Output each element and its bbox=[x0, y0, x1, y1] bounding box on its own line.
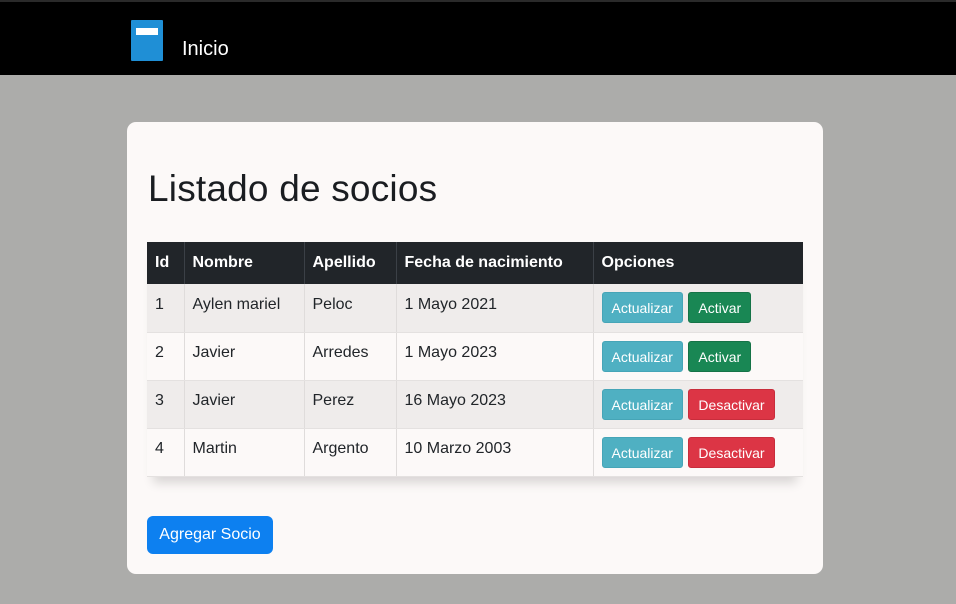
cell-fecha: 10 Marzo 2003 bbox=[396, 428, 594, 477]
cell-fecha-text: 1 Mayo 2023 bbox=[404, 344, 498, 361]
cell-id: 4 bbox=[147, 428, 185, 477]
cell-fecha: 16 Mayo 2023 bbox=[396, 380, 594, 429]
table-header-row: Id Nombre Apellido Fecha de nacimiento O… bbox=[147, 242, 803, 284]
cell-apellido: Arredes bbox=[304, 332, 397, 381]
cell-id: 3 bbox=[147, 380, 185, 429]
update-button[interactable]: Actualizar bbox=[601, 436, 683, 468]
header-opciones: Opciones bbox=[593, 242, 803, 284]
cell-nombre-text: Javier bbox=[192, 392, 236, 409]
table-row: 4 Martin Argento 10 Marzo 2003 Actualizar De… bbox=[147, 428, 803, 477]
cell-apellido-text: Perez bbox=[312, 392, 355, 409]
cell-fecha-text: 1 Mayo 2021 bbox=[404, 295, 498, 313]
cell-opciones: Actualizar Activar bbox=[593, 284, 803, 333]
cell-fecha-text: 10 Marzo 2003 bbox=[404, 440, 512, 457]
cell-nombre: Martin bbox=[184, 428, 305, 477]
header-fecha: Fecha de nacimiento bbox=[396, 242, 594, 284]
table-row: 2 Javier Arredes 1 Mayo 2023 Actualizar Acti… bbox=[147, 332, 803, 381]
cell-apellido-text: Peloc bbox=[312, 295, 353, 313]
add-socio-button[interactable]: Agregar Socio bbox=[147, 516, 273, 554]
cell-id: 2 bbox=[147, 332, 185, 381]
page-title: Listado de socios bbox=[148, 168, 438, 209]
update-button[interactable]: Actualizar bbox=[601, 340, 683, 372]
deactivate-button[interactable]: Desactivar bbox=[688, 388, 775, 420]
nav-link-inicio[interactable]: Inicio bbox=[182, 38, 229, 61]
cell-fecha-text: 16 Mayo 2023 bbox=[404, 392, 506, 409]
cell-opciones: Actualizar Desactivar bbox=[593, 428, 803, 477]
cell-nombre-text: Javier bbox=[192, 344, 236, 361]
activate-button[interactable]: Activar bbox=[688, 340, 752, 372]
cell-apellido: Argento bbox=[304, 428, 397, 477]
cell-apellido-text: Arredes bbox=[312, 344, 369, 361]
cell-id-text: 2 bbox=[155, 344, 164, 361]
cell-apellido: Perez bbox=[304, 380, 397, 429]
activate-button[interactable]: Activar bbox=[688, 292, 752, 324]
navbar: Inicio bbox=[0, 0, 956, 75]
cell-fecha: 1 Mayo 2021 bbox=[396, 284, 594, 333]
book-icon[interactable] bbox=[131, 20, 163, 61]
header-nombre: Nombre bbox=[184, 242, 305, 284]
cell-nombre-text: Martin bbox=[192, 440, 237, 457]
cell-opciones: Actualizar Desactivar bbox=[593, 380, 803, 429]
content-card: Listado de socios Id Nombre Apellido Fec… bbox=[127, 122, 823, 574]
table-row: 3 Javier Perez 16 Mayo 2023 Actualizar Desac… bbox=[147, 380, 803, 429]
cell-nombre: Aylen mariel bbox=[184, 284, 305, 333]
cell-opciones: Actualizar Activar bbox=[593, 332, 803, 381]
socios-table: Id Nombre Apellido Fecha de nacimiento O… bbox=[147, 242, 803, 477]
cell-apellido: Peloc bbox=[304, 284, 397, 333]
cell-fecha: 1 Mayo 2023 bbox=[396, 332, 594, 381]
header-apellido: Apellido bbox=[304, 242, 397, 284]
cell-nombre-text: Aylen mariel bbox=[192, 295, 281, 313]
cell-id: 1 bbox=[147, 284, 185, 333]
cell-id-text: 4 bbox=[155, 440, 164, 457]
deactivate-button[interactable]: Desactivar bbox=[688, 436, 775, 468]
cell-id-text: 1 bbox=[155, 295, 164, 313]
cell-id-text: 3 bbox=[155, 392, 164, 409]
table-row: 1 Aylen mariel Peloc 1 Mayo 2021 Actualizar … bbox=[147, 284, 803, 333]
cell-nombre: Javier bbox=[184, 332, 305, 381]
header-id: Id bbox=[147, 242, 185, 284]
cell-apellido-text: Argento bbox=[312, 440, 369, 457]
update-button[interactable]: Actualizar bbox=[601, 388, 683, 420]
cell-nombre: Javier bbox=[184, 380, 305, 429]
update-button[interactable]: Actualizar bbox=[601, 292, 683, 324]
socios-table-container: Id Nombre Apellido Fecha de nacimiento O… bbox=[147, 242, 803, 477]
